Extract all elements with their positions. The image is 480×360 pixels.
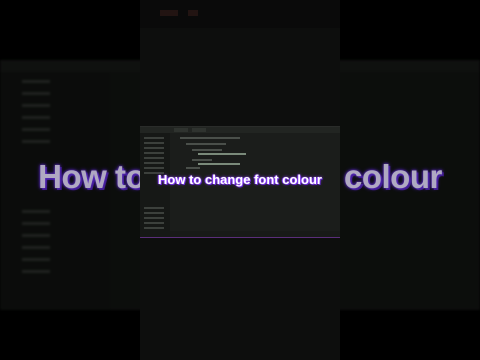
- editor-status-bar: [170, 231, 340, 237]
- code-line: [192, 159, 212, 161]
- code-line: [186, 143, 226, 145]
- blurred-row: [22, 80, 50, 83]
- blurred-row: [22, 104, 50, 107]
- file-entry: [144, 217, 164, 219]
- blurred-row: [22, 222, 50, 225]
- code-line: [198, 163, 240, 165]
- file-entry: [144, 212, 164, 214]
- file-entry: [144, 152, 164, 154]
- video-caption: How to change font colour: [158, 172, 322, 187]
- file-entry: [144, 227, 164, 229]
- file-entry: [144, 222, 164, 224]
- editor-tab: [192, 128, 206, 132]
- file-entry: [144, 142, 164, 144]
- file-entry: [144, 167, 164, 169]
- code-line: [192, 149, 222, 151]
- blurred-row: [22, 116, 50, 119]
- file-entry: [144, 162, 164, 164]
- blurred-row: [22, 258, 50, 261]
- top-mark: [160, 10, 178, 16]
- file-entry: [144, 137, 164, 139]
- blurred-row: [22, 270, 50, 273]
- file-entry: [144, 207, 164, 209]
- code-line: [180, 137, 240, 139]
- blurred-row: [22, 210, 50, 213]
- editor-titlebar: [140, 127, 340, 133]
- panel-top-strip: [140, 0, 340, 28]
- video-panel[interactable]: How to change font colour: [140, 0, 340, 360]
- blurred-row: [22, 92, 50, 95]
- top-mark: [188, 10, 198, 16]
- code-line: [198, 153, 246, 155]
- code-line: [186, 167, 200, 169]
- blurred-row: [22, 140, 50, 143]
- file-entry: [144, 147, 164, 149]
- file-entry: [144, 157, 164, 159]
- blurred-row: [22, 246, 50, 249]
- editor-tab: [174, 128, 188, 132]
- blurred-row: [22, 234, 50, 237]
- blurred-row: [22, 128, 50, 131]
